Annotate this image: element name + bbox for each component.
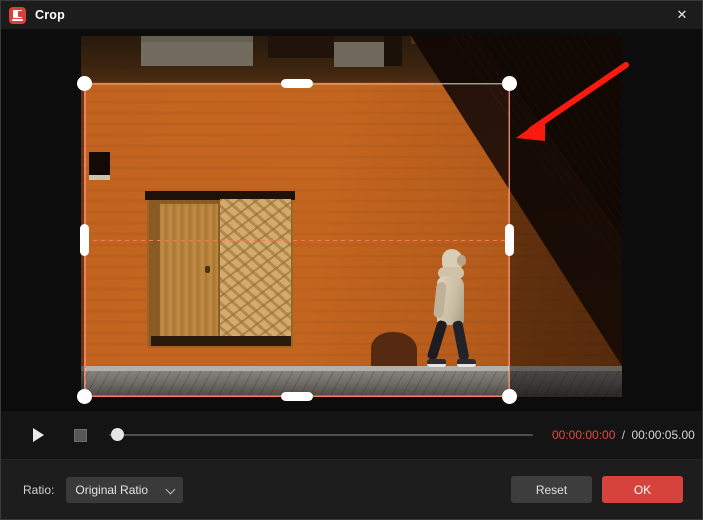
chevron-down-icon <box>165 484 176 494</box>
crop-handle-bottom-left[interactable] <box>77 389 92 404</box>
play-triangle <box>32 428 44 442</box>
play-icon[interactable] <box>27 424 49 446</box>
crop-dim-right <box>510 83 622 397</box>
timecode-current: 00:00:00:00 <box>552 428 616 442</box>
playback-slider-thumb[interactable] <box>111 428 124 441</box>
crop-dialog: Crop ✕ 00:00:00:00 / 00:00:05.00 Ratio: … <box>0 0 703 520</box>
crop-handle-top-right[interactable] <box>502 76 517 91</box>
ratio-label: Ratio: <box>23 482 55 497</box>
ratio-selected-value: Original Ratio <box>75 482 149 497</box>
crop-dim-top <box>81 36 622 83</box>
timecode-display: 00:00:00:00 / 00:00:05.00 <box>552 428 695 442</box>
window-title: Crop <box>35 8 65 22</box>
title-bar: Crop ✕ <box>1 1 702 29</box>
stop-icon[interactable] <box>74 428 87 442</box>
crop-handle-bottom-center[interactable] <box>281 392 313 401</box>
app-logo-base <box>12 18 23 21</box>
crop-handle-top-left[interactable] <box>77 76 92 91</box>
playback-slider[interactable] <box>109 428 533 442</box>
app-logo-glyph <box>13 9 23 18</box>
app-logo-icon <box>9 6 26 24</box>
crop-selection[interactable] <box>77 76 517 404</box>
timecode-total: 00:00:05.00 <box>631 428 695 442</box>
preview-stage[interactable] <box>1 29 702 411</box>
crop-handle-top-center[interactable] <box>281 79 313 88</box>
close-icon[interactable]: ✕ <box>660 1 702 29</box>
playback-slider-track <box>109 434 533 436</box>
timecode-separator: / <box>621 428 626 442</box>
ok-button[interactable]: OK <box>602 476 683 503</box>
crop-handle-middle-right[interactable] <box>505 224 514 256</box>
transport-bar: 00:00:00:00 / 00:00:05.00 <box>1 411 702 459</box>
footer-bar: Ratio: Original Ratio Reset OK <box>1 459 702 519</box>
crop-handle-middle-left[interactable] <box>80 224 89 256</box>
crop-handle-bottom-right[interactable] <box>502 389 517 404</box>
reset-button[interactable]: Reset <box>511 476 592 503</box>
ratio-select[interactable]: Original Ratio <box>66 476 184 503</box>
crop-guide-horizontal <box>85 240 509 241</box>
